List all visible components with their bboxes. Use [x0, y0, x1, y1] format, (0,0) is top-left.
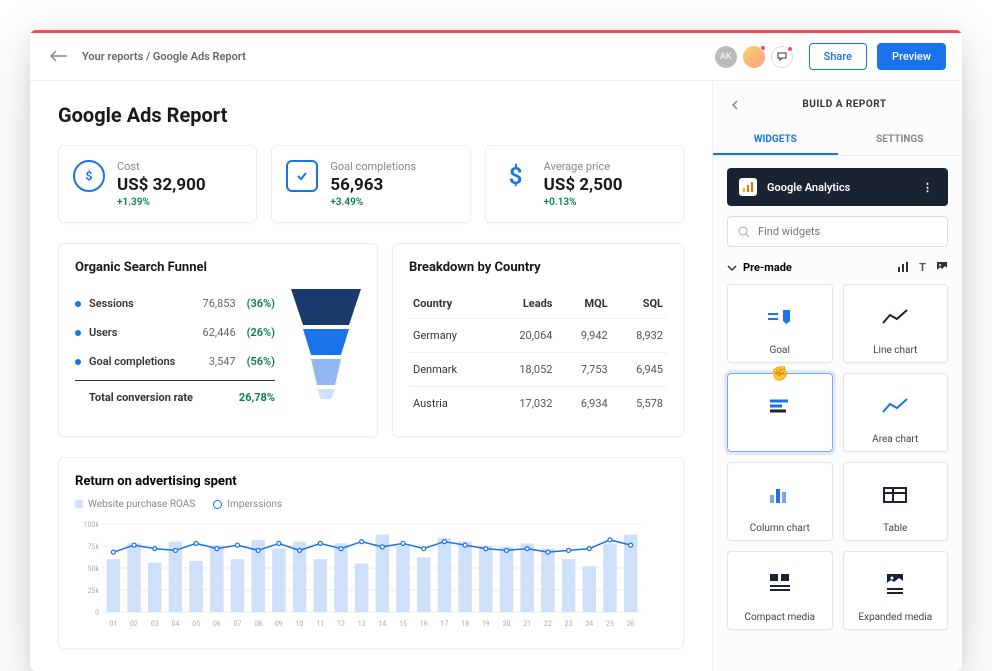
svg-text:07: 07 — [234, 620, 242, 628]
country-table: Country Leads MQL SQL Germany20,0649,942… — [409, 289, 667, 420]
tab-widgets[interactable]: WIDGETS — [713, 126, 838, 155]
funnel-label: Users — [89, 326, 195, 339]
funnel-label: Goal completions — [89, 355, 201, 368]
svg-text:26: 26 — [627, 620, 635, 628]
side-title: BUILD A REPORT — [743, 99, 946, 110]
panel-title: Return on advertising spent — [75, 474, 667, 489]
search-icon — [738, 226, 750, 238]
svg-text:15: 15 — [399, 620, 407, 628]
widget-expanded-media[interactable]: Expanded media — [843, 551, 949, 630]
funnel-total-label: Total conversion rate — [89, 391, 228, 404]
check-icon — [286, 160, 318, 192]
search-input[interactable] — [727, 216, 948, 247]
analytics-icon — [739, 178, 757, 196]
kpi-card: $ Average price US$ 2,500 +0.13% — [485, 145, 684, 223]
svg-text:19: 19 — [482, 620, 490, 628]
svg-text:03: 03 — [151, 620, 159, 628]
back-button[interactable] — [46, 43, 72, 70]
avatar[interactable] — [743, 46, 765, 68]
chevron-down-icon[interactable] — [727, 263, 737, 273]
kpi-value: US$ 2,500 — [544, 175, 623, 195]
section-label: Pre-made — [743, 261, 792, 274]
svg-text:$: $ — [86, 169, 93, 183]
kpi-label: Goal completions — [330, 160, 416, 173]
breadcrumb[interactable]: Your reports / Google Ads Report — [82, 50, 246, 63]
table-row: Germany20,0649,9428,932 — [409, 319, 667, 353]
avatars: AK — [715, 46, 793, 68]
svg-text:100k: 100k — [84, 521, 100, 529]
chart-legend: Website purchase ROAS Imperssions — [75, 499, 667, 510]
table-row: Austria17,0326,9345,578 — [409, 387, 667, 421]
kpi-delta: +1.39% — [117, 197, 206, 208]
image-icon[interactable] — [936, 261, 948, 273]
svg-text:75k: 75k — [88, 543, 100, 551]
comments-icon[interactable] — [771, 46, 793, 68]
panel-title: Breakdown by Country — [409, 260, 667, 275]
widget-line-chart[interactable]: Line chart — [843, 284, 949, 363]
widget-selected[interactable]: ✊ — [727, 373, 833, 452]
widget-goal[interactable]: Goal — [727, 284, 833, 363]
funnel-panel: Organic Search Funnel Sessions76,853(36%… — [58, 243, 378, 437]
svg-text:21: 21 — [523, 620, 531, 628]
svg-text:08: 08 — [254, 620, 262, 628]
page-title: Google Ads Report — [58, 103, 684, 127]
kpi-delta: +0.13% — [544, 197, 623, 208]
text-icon[interactable]: T — [919, 261, 926, 274]
avatar[interactable]: AK — [715, 46, 737, 68]
widget-compact-media[interactable]: Compact media — [727, 551, 833, 630]
barchart-icon[interactable] — [897, 261, 909, 273]
roas-panel: Return on advertising spent Website purc… — [58, 457, 684, 649]
widget-column-chart[interactable]: Column chart — [727, 462, 833, 541]
svg-text:11: 11 — [316, 620, 324, 628]
svg-text:50k: 50k — [88, 565, 100, 573]
collapse-button[interactable] — [729, 93, 743, 116]
svg-text:25k: 25k — [88, 587, 100, 595]
funnel-label: Sessions — [89, 297, 195, 310]
svg-text:09: 09 — [275, 620, 283, 628]
dollar-icon: $ — [500, 160, 532, 192]
topbar: Your reports / Google Ads Report AK Shar… — [30, 33, 962, 81]
svg-text:02: 02 — [130, 620, 138, 628]
preview-button[interactable]: Preview — [877, 43, 946, 70]
kpi-card: $ Cost US$ 32,900 +1.39% — [58, 145, 257, 223]
svg-text:22: 22 — [544, 620, 552, 628]
svg-text:14: 14 — [378, 620, 386, 628]
roas-chart: 0 25k 50k 75k 100k 01 02 03 04 05 06 07 08 09 10 11 12 13… — [75, 518, 645, 628]
country-panel: Breakdown by Country Country Leads MQL S… — [392, 243, 684, 437]
widget-table[interactable]: Table — [843, 462, 949, 541]
svg-text:25: 25 — [606, 620, 614, 628]
table-row: Denmark18,0527,7536,945 — [409, 353, 667, 387]
svg-text:12: 12 — [337, 620, 345, 628]
datasource-chip[interactable]: Google Analytics ⋮ — [727, 168, 948, 206]
more-icon[interactable]: ⋮ — [920, 181, 936, 194]
svg-text:17: 17 — [440, 620, 448, 628]
kpi-value: 56,963 — [330, 175, 416, 195]
svg-text:01: 01 — [109, 620, 117, 628]
svg-text:18: 18 — [461, 620, 469, 628]
panel-title: Organic Search Funnel — [75, 260, 361, 275]
svg-text:20: 20 — [503, 620, 511, 628]
tab-settings[interactable]: SETTINGS — [838, 126, 963, 155]
side-panel: BUILD A REPORT WIDGETS SETTINGS Google A… — [712, 81, 962, 671]
svg-text:16: 16 — [420, 620, 428, 628]
svg-text:05: 05 — [192, 620, 200, 628]
kpi-label: Cost — [117, 160, 206, 173]
svg-text:24: 24 — [585, 620, 593, 628]
svg-text:06: 06 — [213, 620, 221, 628]
svg-text:10: 10 — [296, 620, 304, 628]
funnel-chart — [291, 289, 361, 399]
svg-text:23: 23 — [565, 620, 573, 628]
svg-text:13: 13 — [358, 620, 366, 628]
widget-area-chart[interactable]: Area chart — [843, 373, 949, 452]
share-button[interactable]: Share — [809, 43, 867, 70]
dollar-icon: $ — [73, 160, 105, 192]
svg-text:04: 04 — [171, 620, 179, 628]
svg-text:0: 0 — [95, 609, 99, 617]
kpi-cards: $ Cost US$ 32,900 +1.39% Goal completion… — [58, 145, 684, 223]
kpi-label: Average price — [544, 160, 623, 173]
kpi-value: US$ 32,900 — [117, 175, 206, 195]
kpi-card: Goal completions 56,963 +3.49% — [271, 145, 470, 223]
kpi-delta: +3.49% — [330, 197, 416, 208]
